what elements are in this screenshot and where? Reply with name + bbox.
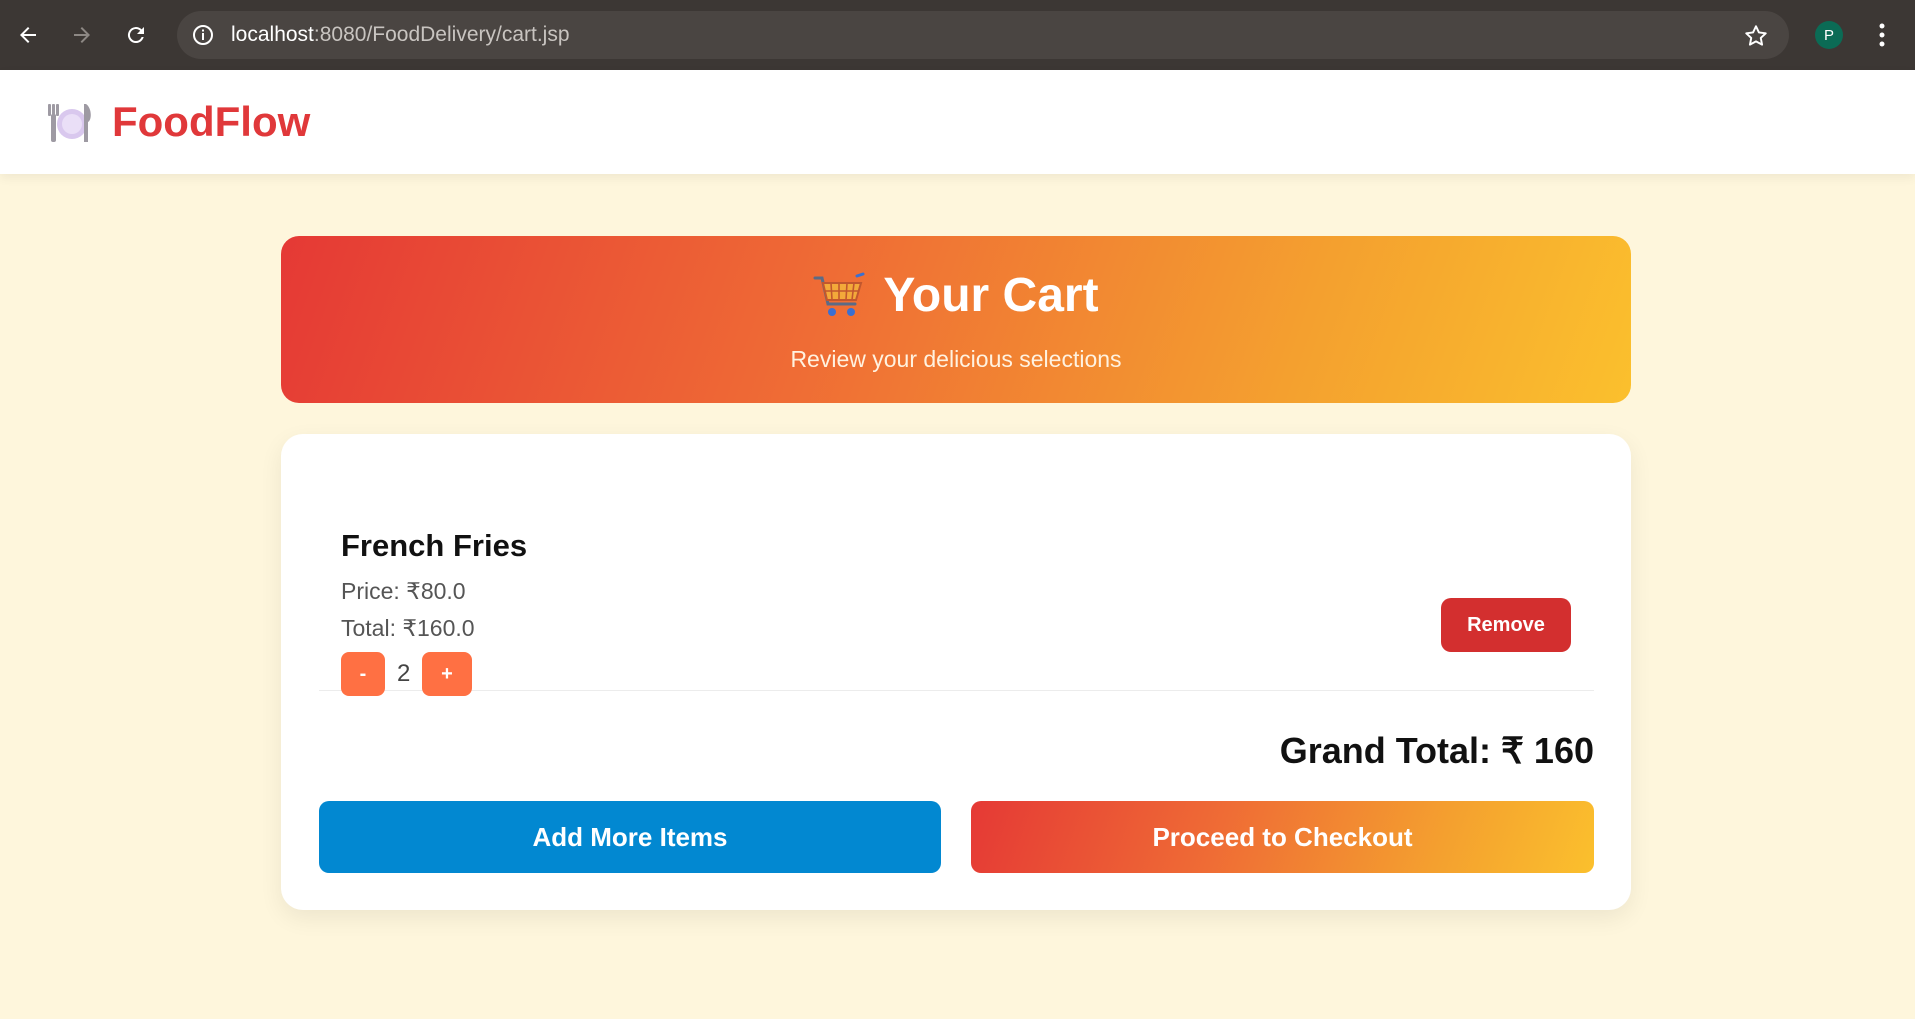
decrease-quantity-button[interactable]: -: [341, 652, 385, 696]
shopping-cart-icon: [813, 272, 865, 316]
hero-title-row: Your Cart: [281, 268, 1631, 323]
reload-button[interactable]: [118, 17, 154, 53]
address-bar[interactable]: localhost:8080/FoodDelivery/cart.jsp: [177, 11, 1789, 59]
site-info-icon[interactable]: [191, 23, 215, 47]
item-price: Price: ₹80.0: [341, 578, 466, 604]
site-header: FoodFlow: [0, 70, 1915, 174]
hero-subtitle: Review your delicious selections: [790, 346, 1122, 372]
quantity-value: 2: [397, 660, 411, 687]
plate-cutlery-icon: [48, 104, 91, 142]
browser-toolbar: localhost:8080/FoodDelivery/cart.jsp P: [0, 0, 1915, 70]
hero-title: Your Cart: [883, 269, 1099, 322]
url-text: localhost:8080/FoodDelivery/cart.jsp: [231, 11, 570, 59]
url-host: localhost: [231, 23, 314, 46]
back-button[interactable]: [10, 17, 46, 53]
url-path: :8080/FoodDelivery/cart.jsp: [313, 23, 570, 46]
back-arrow-icon: [20, 27, 36, 43]
cart-item-row: French Fries Price: ₹80.0 Total: ₹160.0 …: [319, 462, 1594, 696]
reload-icon: [127, 27, 144, 44]
bookmark-star-icon[interactable]: [1743, 23, 1769, 49]
item-name: French Fries: [341, 528, 528, 563]
item-total: Total: ₹160.0: [341, 615, 475, 641]
forward-arrow-icon: [74, 27, 90, 43]
cart-hero-banner: Your Cart Review your delicious selectio…: [281, 236, 1631, 403]
proceed-to-checkout-button[interactable]: Proceed to Checkout: [971, 801, 1594, 873]
browser-menu-icon[interactable]: [1870, 19, 1894, 51]
increase-quantity-button[interactable]: +: [422, 652, 472, 696]
remove-item-button[interactable]: Remove: [1441, 598, 1571, 652]
forward-button[interactable]: [64, 17, 100, 53]
grand-total: Grand Total: ₹ 160: [1279, 730, 1594, 771]
cart-card: French Fries Price: ₹80.0 Total: ₹160.0 …: [281, 434, 1631, 910]
profile-avatar[interactable]: P: [1815, 21, 1843, 49]
brand-logo-text[interactable]: FoodFlow: [112, 98, 310, 146]
add-more-items-button[interactable]: Add More Items: [319, 801, 941, 873]
